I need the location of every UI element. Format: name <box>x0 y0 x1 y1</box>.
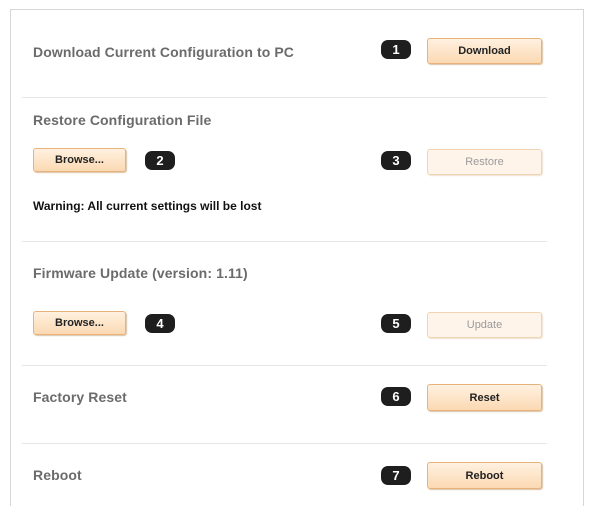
divider <box>22 443 547 444</box>
step-badge-7: 7 <box>381 466 411 485</box>
step-badge-6: 6 <box>381 387 411 406</box>
maintenance-panel <box>10 9 584 506</box>
reset-button[interactable]: Reset <box>427 384 542 411</box>
divider <box>22 365 547 366</box>
firmware-update-title: Firmware Update (version: 1.11) <box>33 265 248 281</box>
reboot-title: Reboot <box>33 467 82 483</box>
restore-config-title: Restore Configuration File <box>33 112 212 128</box>
step-badge-2: 2 <box>145 151 175 170</box>
download-button[interactable]: Download <box>427 38 542 64</box>
reboot-button[interactable]: Reboot <box>427 462 542 489</box>
step-badge-5: 5 <box>381 314 411 333</box>
factory-reset-title: Factory Reset <box>33 389 127 405</box>
restore-browse-button[interactable]: Browse... <box>33 148 126 172</box>
firmware-browse-button[interactable]: Browse... <box>33 311 126 335</box>
restore-button[interactable]: Restore <box>427 149 542 175</box>
step-badge-3: 3 <box>381 151 411 170</box>
update-button[interactable]: Update <box>427 312 542 338</box>
divider <box>22 97 547 98</box>
download-config-title: Download Current Configuration to PC <box>33 44 295 60</box>
restore-warning-text: Warning: All current settings will be lo… <box>33 199 262 213</box>
step-badge-4: 4 <box>145 314 175 333</box>
divider <box>22 241 547 242</box>
step-badge-1: 1 <box>381 40 411 59</box>
